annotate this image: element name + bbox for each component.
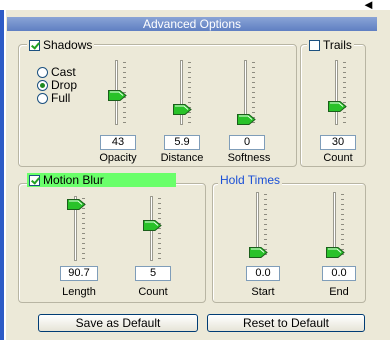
window-left-border-highlight — [4, 10, 6, 340]
save-as-default-button[interactable]: Save as Default — [38, 314, 198, 332]
shadows-checkbox[interactable] — [29, 39, 40, 51]
end-label: End — [329, 286, 349, 298]
hold-times-label: Hold Times — [220, 173, 281, 187]
opacity-value: 43 — [100, 135, 136, 150]
trails-count-slider-thumb[interactable] — [328, 101, 347, 112]
trails-count-slider-track[interactable] — [335, 60, 338, 125]
trails-count-slider-ticks — [343, 62, 346, 124]
opacity-slider-thumb[interactable] — [108, 90, 127, 101]
blur-count-label: Count — [138, 286, 168, 298]
shadows-legend: Shadows — [27, 38, 95, 52]
start-label: Start — [251, 286, 275, 298]
softness-slider-thumb[interactable] — [237, 114, 256, 125]
motion-blur-group — [18, 183, 206, 303]
softness-value: 0 — [229, 135, 265, 150]
opacity-label: Opacity — [99, 152, 137, 164]
end-slider-thumb[interactable] — [326, 247, 345, 258]
trails-label: Trails — [323, 38, 352, 52]
radio-drop[interactable] — [37, 80, 48, 91]
end-value: 0.0 — [322, 266, 356, 281]
distance-value: 5.9 — [164, 135, 200, 150]
hold-times-legend: Hold Times — [218, 173, 283, 187]
advanced-options-panel: ◄ Advanced Options Shadows Cast Drop Ful… — [0, 0, 390, 340]
motion-blur-legend: Motion Blur — [27, 173, 176, 187]
trails-legend: Trails — [307, 38, 354, 52]
trails-count-value: 30 — [320, 135, 356, 150]
distance-label: Distance — [160, 152, 204, 164]
distance-slider-thumb[interactable] — [173, 104, 192, 115]
softness-label: Softness — [227, 152, 271, 164]
radio-cast[interactable] — [37, 67, 48, 78]
start-value: 0.0 — [246, 266, 280, 281]
length-value: 90.7 — [60, 266, 98, 281]
reset-to-default-button[interactable]: Reset to Default — [207, 314, 365, 332]
trails-count-label: Count — [323, 152, 353, 164]
motion-blur-label: Motion Blur — [43, 173, 104, 187]
top-strip — [0, 0, 390, 10]
blur-count-value: 5 — [135, 266, 171, 281]
radio-full[interactable] — [37, 93, 48, 104]
motion-blur-checkbox[interactable] — [29, 174, 40, 186]
shadows-label: Shadows — [43, 38, 93, 52]
start-slider-thumb[interactable] — [249, 247, 268, 258]
trails-checkbox[interactable] — [309, 39, 320, 51]
blur-count-slider-thumb[interactable] — [143, 220, 162, 231]
length-slider-thumb[interactable] — [67, 199, 86, 210]
distance-slider-track[interactable] — [180, 60, 183, 125]
panel-title: Advanced Options — [7, 17, 377, 31]
length-label: Length — [62, 286, 96, 298]
resize-arrow-icon: ◄ — [362, 0, 375, 12]
radio-full-label: Full — [51, 91, 71, 105]
shadow-option-full[interactable]: Full — [37, 92, 70, 105]
